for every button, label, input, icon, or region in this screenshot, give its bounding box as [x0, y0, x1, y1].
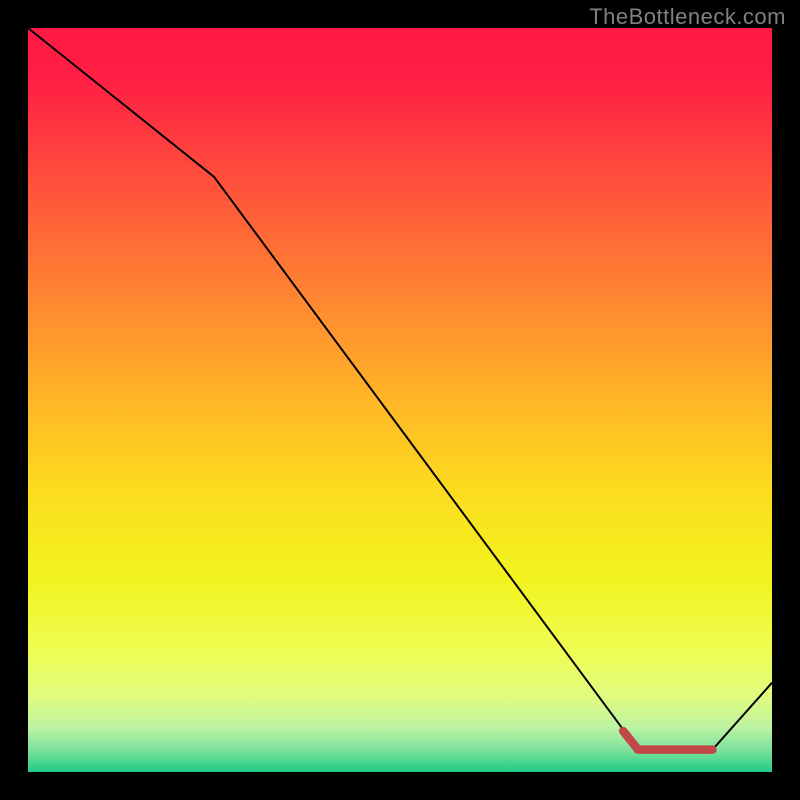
chart-svg [28, 28, 772, 772]
background-gradient [28, 28, 772, 772]
watermark-text: TheBottleneck.com [589, 4, 786, 30]
chart-frame: TheBottleneck.com [0, 0, 800, 800]
plot-area [28, 28, 772, 772]
